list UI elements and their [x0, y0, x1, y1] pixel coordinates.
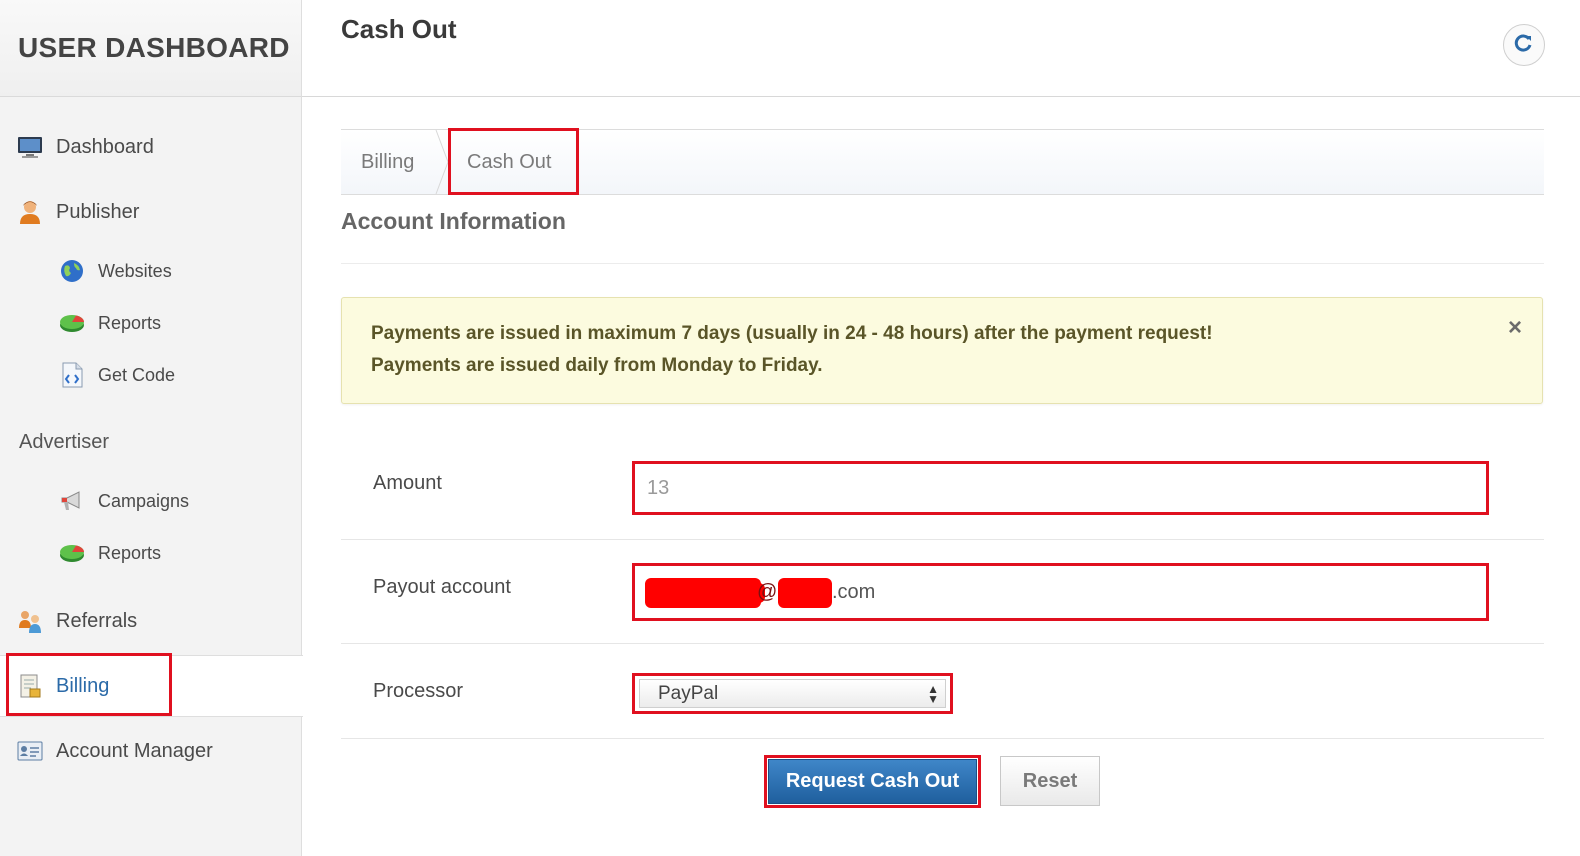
- highlight-box-cash-out-tab: [448, 128, 579, 195]
- sidebar-item-advertiser-reports[interactable]: Reports: [58, 539, 360, 567]
- highlight-box-billing: [6, 653, 172, 716]
- monitor-icon: [16, 133, 44, 161]
- alert-line-1: Payments are issued in maximum 7 days (u…: [371, 323, 1213, 344]
- form-divider: [341, 738, 1544, 739]
- sidebar-item-campaigns[interactable]: Campaigns: [58, 487, 360, 515]
- redaction-mark: [778, 578, 832, 608]
- globe-icon: [58, 257, 86, 285]
- refresh-icon: [1514, 33, 1534, 58]
- pie-chart-icon: [58, 309, 86, 337]
- select-arrows-icon: ▲ ▼: [927, 682, 939, 706]
- sidebar-item-referrals[interactable]: Referrals: [16, 607, 318, 635]
- section-title: Account Information: [341, 208, 566, 234]
- page-title: Cash Out: [341, 14, 457, 44]
- sidebar-item-label: Referrals: [56, 609, 138, 632]
- payment-info-alert: Payments are issued in maximum 7 days (u…: [341, 297, 1543, 404]
- sidebar-item-label: Reports: [98, 542, 162, 563]
- id-card-icon: [16, 737, 44, 765]
- form-divider: [341, 539, 1544, 540]
- pie-chart-icon: [58, 539, 86, 567]
- sidebar-section-advertiser: Advertiser: [19, 431, 110, 453]
- sidebar-item-dashboard[interactable]: Dashboard: [16, 133, 318, 161]
- megaphone-icon: [58, 487, 86, 515]
- alert-line-2: Payments are issued daily from Monday to…: [371, 355, 823, 376]
- user-icon: [16, 198, 44, 226]
- sidebar-item-account-manager[interactable]: Account Manager: [16, 737, 318, 765]
- code-file-icon: [58, 361, 86, 389]
- reset-button[interactable]: Reset: [1000, 756, 1100, 806]
- sidebar-item-label: Get Code: [98, 364, 176, 385]
- sidebar-item-label: Publisher: [56, 200, 140, 223]
- header-divider: [302, 96, 1580, 97]
- close-icon[interactable]: ×: [1508, 314, 1522, 342]
- sidebar-item-label: Account Manager: [56, 739, 213, 762]
- brand-header: USER DASHBOARD: [0, 0, 301, 97]
- section-divider: [341, 263, 1544, 264]
- payout-account-label: Payout account: [373, 576, 511, 598]
- sidebar-item-label: Dashboard: [56, 135, 154, 158]
- amount-input[interactable]: [632, 461, 1489, 515]
- processor-selected-value: PayPal: [658, 682, 719, 704]
- sidebar-item-label: Reports: [98, 312, 162, 333]
- processor-label: Processor: [373, 680, 464, 702]
- sidebar: USER DASHBOARD: [0, 0, 302, 856]
- refresh-button[interactable]: [1503, 24, 1545, 66]
- tab-separator: [435, 130, 449, 194]
- sidebar-item-publisher[interactable]: Publisher: [16, 198, 318, 226]
- users-icon: [16, 607, 44, 635]
- payout-account-input[interactable]: @ .com: [632, 563, 1489, 621]
- brand-title: USER DASHBOARD: [18, 32, 290, 63]
- form-divider: [341, 643, 1544, 644]
- redaction-mark: [645, 578, 761, 608]
- sidebar-item-websites[interactable]: Websites: [58, 257, 360, 285]
- sidebar-item-publisher-reports[interactable]: Reports: [58, 309, 360, 337]
- sidebar-item-get-code[interactable]: Get Code: [58, 361, 360, 389]
- sidebar-item-label: Websites: [98, 260, 172, 281]
- processor-select-box[interactable]: PayPal ▲ ▼: [639, 679, 946, 708]
- request-cash-out-button[interactable]: Request Cash Out: [768, 759, 977, 804]
- processor-select[interactable]: PayPal ▲ ▼: [632, 673, 953, 714]
- sidebar-item-label: Campaigns: [98, 490, 190, 511]
- payout-account-suffix: .com: [832, 581, 876, 603]
- payout-at-sign: @: [757, 581, 778, 603]
- amount-label: Amount: [373, 472, 442, 494]
- tab-billing[interactable]: Billing: [361, 130, 414, 194]
